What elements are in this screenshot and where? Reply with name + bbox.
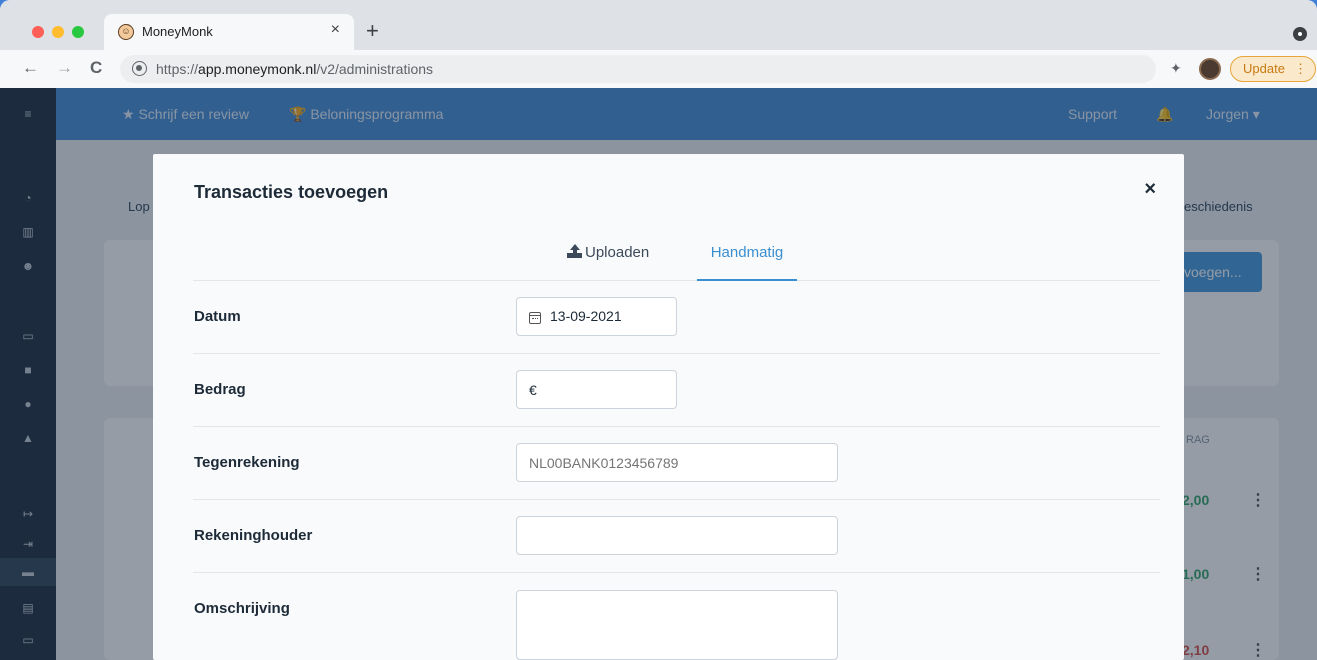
- amount-field[interactable]: €: [516, 370, 677, 409]
- extensions-puzzle-icon[interactable]: ✦: [1170, 60, 1182, 77]
- browser-tab[interactable]: ☺ MoneyMonk ×: [104, 14, 354, 50]
- tab-upload-label: Uploaden: [585, 244, 650, 261]
- modal-tabs: Uploaden Handmatig: [193, 234, 1160, 281]
- counter-account-input[interactable]: [529, 444, 837, 481]
- counter-account-label: Tegenrekening: [194, 454, 300, 471]
- date-row: Datum 13-09-2021: [193, 281, 1160, 354]
- minimize-window-button[interactable]: [52, 26, 64, 38]
- description-textarea[interactable]: [516, 590, 838, 660]
- url-text: https://app.moneymonk.nl/v2/administrati…: [156, 61, 434, 77]
- address-bar[interactable]: https://app.moneymonk.nl/v2/administrati…: [120, 55, 1156, 83]
- reload-button[interactable]: C: [90, 58, 102, 78]
- upload-icon: [567, 244, 582, 258]
- tab-upload[interactable]: Uploaden: [567, 244, 649, 261]
- modal-title: Transacties toevoegen: [194, 182, 389, 202]
- tab-bar: ☺ MoneyMonk × +: [0, 0, 1317, 50]
- account-holder-field[interactable]: [516, 516, 838, 555]
- counter-account-field[interactable]: [516, 443, 838, 482]
- new-tab-button[interactable]: +: [366, 18, 379, 44]
- description-row: Omschrijving: [193, 573, 1160, 660]
- add-transactions-modal: Transacties toevoegen × Uploaden Handmat…: [153, 154, 1184, 660]
- profile-avatar[interactable]: [1199, 58, 1221, 80]
- site-info-icon[interactable]: [132, 61, 147, 76]
- browser-window: ☺ MoneyMonk × + ← → C https://app.moneym…: [0, 0, 1317, 660]
- amount-row: Bedrag €: [193, 354, 1160, 427]
- browser-toolbar: ← → C https://app.moneymonk.nl/v2/admini…: [0, 50, 1317, 88]
- moneymonk-favicon-icon: ☺: [118, 24, 134, 40]
- maximize-window-button[interactable]: [72, 26, 84, 38]
- update-label: Update: [1243, 61, 1285, 76]
- date-value: 13-09-2021: [550, 308, 622, 324]
- date-label: Datum: [194, 308, 241, 325]
- close-icon[interactable]: ×: [1144, 178, 1156, 201]
- back-button[interactable]: ←: [22, 58, 39, 78]
- close-window-button[interactable]: [32, 26, 44, 38]
- counter-account-row: Tegenrekening: [193, 427, 1160, 500]
- tab-manual[interactable]: Handmatig: [697, 234, 797, 281]
- calendar-icon: [529, 312, 541, 324]
- description-label: Omschrijving: [194, 600, 290, 617]
- date-field[interactable]: 13-09-2021: [516, 297, 677, 336]
- update-button[interactable]: Update ⋮: [1230, 56, 1316, 82]
- forward-button[interactable]: →: [56, 58, 73, 78]
- amount-label: Bedrag: [194, 381, 246, 398]
- tab-title: MoneyMonk: [142, 24, 213, 39]
- account-holder-row: Rekeninghouder: [193, 500, 1160, 573]
- chrome-menu-icon[interactable]: [1293, 27, 1307, 41]
- more-vert-icon: ⋮: [1294, 61, 1307, 76]
- tab-close-icon[interactable]: ×: [331, 21, 340, 39]
- euro-prefix: €: [529, 382, 537, 398]
- account-holder-label: Rekeninghouder: [194, 527, 313, 544]
- account-holder-input[interactable]: [529, 517, 837, 554]
